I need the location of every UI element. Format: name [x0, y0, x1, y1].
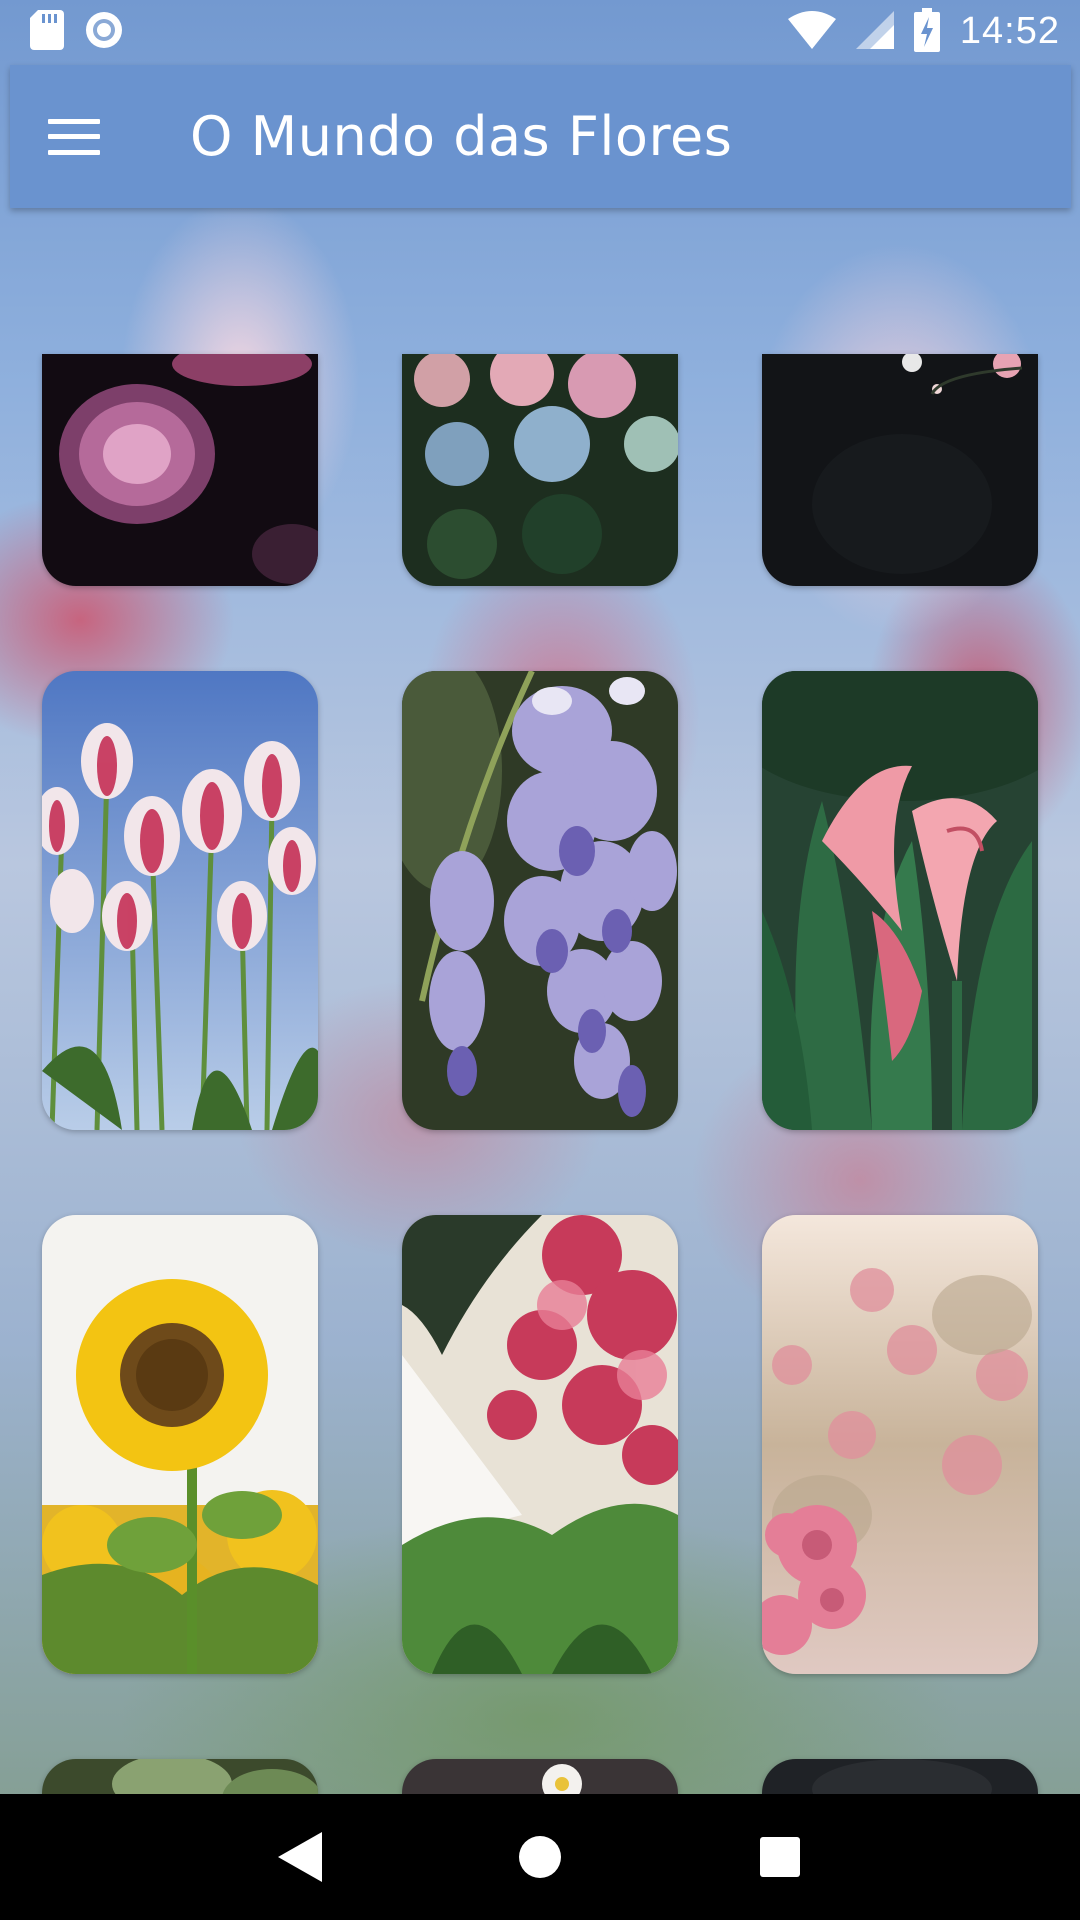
wallpaper-thumbnail-calla-lily[interactable] [762, 671, 1038, 1130]
wallpaper-thumbnail-partial-3[interactable] [762, 1759, 1038, 1794]
wallpaper-thumbnail-hydrangea[interactable] [402, 354, 678, 586]
wallpaper-thumbnail-tulips[interactable] [42, 671, 318, 1130]
status-bar: 14:52 [0, 0, 1080, 63]
hamburger-menu-icon[interactable] [48, 118, 100, 155]
recents-square-icon[interactable] [730, 1807, 830, 1907]
home-circle-icon[interactable] [490, 1807, 590, 1907]
app-bar: O Mundo das Flores [10, 65, 1071, 208]
wallpaper-thumbnail-partial-1[interactable] [42, 1759, 318, 1794]
status-time: 14:52 [959, 10, 1060, 52]
wallpaper-thumbnail-wisteria[interactable] [402, 671, 678, 1130]
wallpaper-thumbnail-peony[interactable] [42, 354, 318, 586]
wallpaper-grid[interactable] [0, 210, 1080, 1794]
signal-icon [855, 10, 894, 53]
back-triangle-icon[interactable] [250, 1807, 350, 1907]
navigation-bar [0, 1794, 1080, 1920]
app-title: O Mundo das Flores [190, 105, 733, 168]
wallpaper-thumbnail-partial-2[interactable] [402, 1759, 678, 1794]
wallpaper-thumbnail-dark-flowers[interactable] [762, 354, 1038, 586]
battery-charging-icon [913, 7, 940, 56]
wallpaper-thumbnail-roses[interactable] [762, 1215, 1038, 1674]
sd-card-icon [30, 9, 64, 54]
sync-icon [84, 10, 124, 54]
wallpaper-thumbnail-bougainvillea[interactable] [402, 1215, 678, 1674]
wallpaper-thumbnail-sunflower[interactable] [42, 1215, 318, 1674]
wifi-icon [787, 10, 836, 53]
